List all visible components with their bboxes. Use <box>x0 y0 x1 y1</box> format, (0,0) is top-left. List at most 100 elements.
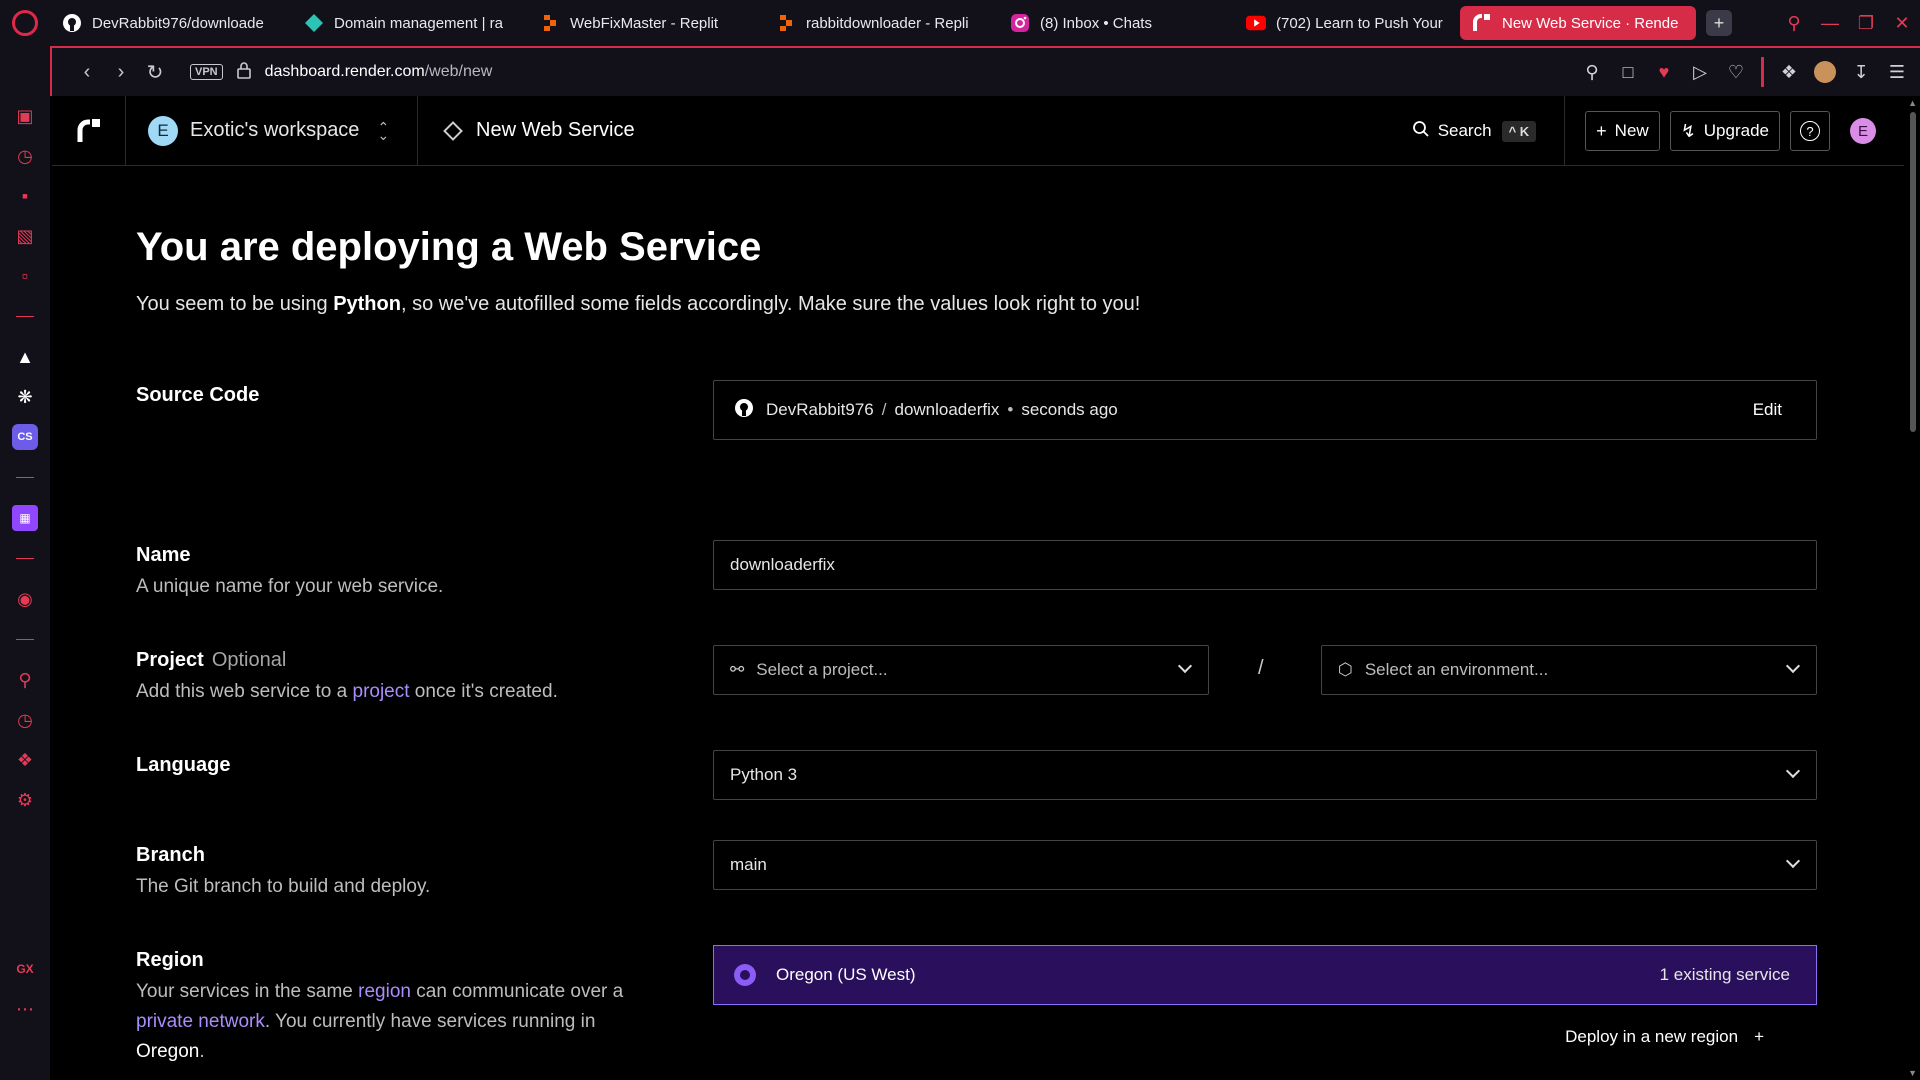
spotify-icon[interactable]: ◉ <box>12 586 38 612</box>
scroll-up-icon[interactable]: ▲ <box>1908 98 1917 108</box>
pin-icon[interactable]: ⚲ <box>1581 61 1603 83</box>
vpn-badge[interactable]: VPN <box>190 64 223 80</box>
close-icon[interactable]: ✕ <box>1884 13 1920 34</box>
tab-github[interactable]: DevRabbit976/downloade <box>50 6 288 40</box>
environment-hexagon-icon: ⬡ <box>1338 660 1353 679</box>
extensions-icon[interactable]: ❖ <box>1778 61 1800 83</box>
pocket-icon[interactable]: ♥ <box>1653 61 1675 83</box>
speed-dial-icon[interactable]: ◷ <box>12 143 38 169</box>
project-description: Add this web service to a project once i… <box>136 681 558 702</box>
url-field[interactable]: dashboard.render.com/web/new <box>265 63 493 81</box>
help-button[interactable]: ? <box>1790 111 1830 151</box>
profile-avatar-icon[interactable] <box>1814 61 1836 83</box>
plus-icon: + <box>1754 1027 1764 1046</box>
sidebar-divider <box>16 477 34 478</box>
snapshot-icon[interactable]: □ <box>1617 61 1639 83</box>
extensions-sidebar-icon[interactable]: ❖ <box>12 747 38 773</box>
gx-corner-icon[interactable]: ▪ <box>12 183 38 209</box>
language-select[interactable]: Python 3 <box>713 750 1817 800</box>
project-select[interactable]: ⚯ Select a project... <box>713 645 1209 695</box>
workspace-name: Exotic's workspace <box>190 119 360 141</box>
region-option-oregon[interactable]: Oregon (US West) 1 existing service <box>713 945 1817 1005</box>
search-icon <box>1412 120 1430 143</box>
scroll-down-icon[interactable]: ▼ <box>1908 1068 1917 1078</box>
render-icon <box>1472 13 1492 33</box>
region-radio-selected[interactable] <box>734 964 756 986</box>
gx-control-icon[interactable]: ▣ <box>12 103 38 129</box>
scroll-thumb[interactable] <box>1910 112 1916 432</box>
opera-logo-icon[interactable] <box>0 0 50 46</box>
deploy-new-region-button[interactable]: Deploy in a new region + <box>1565 1027 1764 1047</box>
page-title: You are deploying a Web Service <box>136 225 762 269</box>
search-button[interactable]: Search ^ K <box>1412 120 1537 143</box>
branch-select[interactable]: main <box>713 840 1817 890</box>
private-network-link[interactable]: private network <box>136 1011 265 1032</box>
player-icon[interactable]: ▷ <box>1689 61 1711 83</box>
address-bar: ‹ › ↻ VPN dashboard.render.com/web/new ⚲… <box>50 46 1920 96</box>
optional-tag: Optional <box>211 649 287 671</box>
lightning-icon: ↯ <box>1680 120 1696 141</box>
edit-source-button[interactable]: Edit <box>1753 400 1782 420</box>
github-icon <box>734 398 754 423</box>
maximize-icon[interactable]: ❐ <box>1848 13 1884 34</box>
news-icon[interactable]: ▧ <box>12 223 38 249</box>
tab-webfixmaster[interactable]: WebFixMaster - Replit <box>528 6 760 40</box>
chevron-down-icon <box>1785 658 1801 674</box>
instagram-icon <box>1010 13 1030 33</box>
cs-icon[interactable]: CS <box>12 424 38 450</box>
region-link[interactable]: region <box>358 981 411 1002</box>
tab-new-web-service[interactable]: New Web Service · Rende <box>1460 6 1696 40</box>
chatgpt-icon[interactable]: ❋ <box>12 384 38 410</box>
pinboard-icon[interactable]: ⚲ <box>12 667 38 693</box>
new-tab-button[interactable]: + <box>1706 10 1732 36</box>
branch-label: Branch <box>136 844 205 866</box>
header-divider <box>1564 96 1566 166</box>
repo-updated-time: seconds ago <box>1021 400 1118 419</box>
plus-icon: + <box>1596 120 1607 141</box>
workspace-avatar: E <box>148 115 178 146</box>
workspace-switcher[interactable]: E Exotic's workspace ⌃ ⌄ <box>126 95 418 166</box>
name-input[interactable]: downloaderfix <box>713 540 1817 590</box>
language-label: Language <box>136 754 231 776</box>
sidebar-divider <box>16 639 34 640</box>
chevron-down-icon <box>1785 763 1801 779</box>
project-people-icon: ⚯ <box>730 660 745 679</box>
replit-icon <box>540 13 560 33</box>
page-subtitle: You seem to be using Python, so we've au… <box>136 293 1141 315</box>
main-content: You are deploying a Web Service You seem… <box>52 167 1904 1080</box>
user-avatar[interactable]: E <box>1850 118 1876 144</box>
new-button[interactable]: + New <box>1585 111 1660 151</box>
project-label: Project Optional <box>136 649 287 671</box>
environment-select[interactable]: ⬡ Select an environment... <box>1321 645 1817 695</box>
name-description: A unique name for your web service. <box>136 576 444 597</box>
upgrade-button[interactable]: ↯ Upgrade <box>1669 111 1780 151</box>
easy-setup-icon[interactable]: ☰ <box>1886 61 1908 83</box>
bookmark-heart-icon[interactable]: ♡ <box>1725 61 1747 83</box>
aria-icon[interactable]: ▲ <box>12 344 38 370</box>
reload-icon[interactable]: ↻ <box>138 60 172 85</box>
back-icon[interactable]: ‹ <box>70 61 104 84</box>
minimize-icon[interactable]: — <box>1812 13 1848 34</box>
sidebar-divider <box>16 316 34 317</box>
page-scrollbar[interactable]: ▲ ▼ <box>1904 96 1920 1080</box>
more-icon[interactable]: ⋯ <box>12 996 38 1022</box>
twitch-icon[interactable]: ▦ <box>12 505 38 531</box>
gmail-icon[interactable]: ▫ <box>12 263 38 289</box>
tab-rabbitdownloader[interactable]: rabbitdownloader - Repli <box>764 6 994 40</box>
gx-label[interactable]: GX <box>12 956 38 982</box>
project-link[interactable]: project <box>353 681 410 702</box>
forward-icon[interactable]: › <box>104 61 138 84</box>
tab-domain-management[interactable]: Domain management | ra <box>292 6 524 40</box>
search-tabs-icon[interactable]: ⚲ <box>1776 13 1812 34</box>
region-description: Your services in the same region can com… <box>136 981 624 1062</box>
tab-youtube[interactable]: (702) Learn to Push Your <box>1234 6 1456 40</box>
history-icon[interactable]: ◷ <box>12 707 38 733</box>
download-icon[interactable]: ↧ <box>1850 61 1872 83</box>
name-label: Name <box>136 544 191 566</box>
source-code-box: DevRabbit976 / downloaderfix • seconds a… <box>713 380 1817 440</box>
settings-gear-icon[interactable]: ⚙ <box>12 787 38 813</box>
render-logo-icon[interactable] <box>52 95 126 166</box>
tab-instagram-inbox[interactable]: (8) Inbox • Chats <box>998 6 1230 40</box>
lock-icon[interactable] <box>236 61 251 84</box>
app-header: E Exotic's workspace ⌃ ⌄ New Web Service … <box>52 95 1904 166</box>
